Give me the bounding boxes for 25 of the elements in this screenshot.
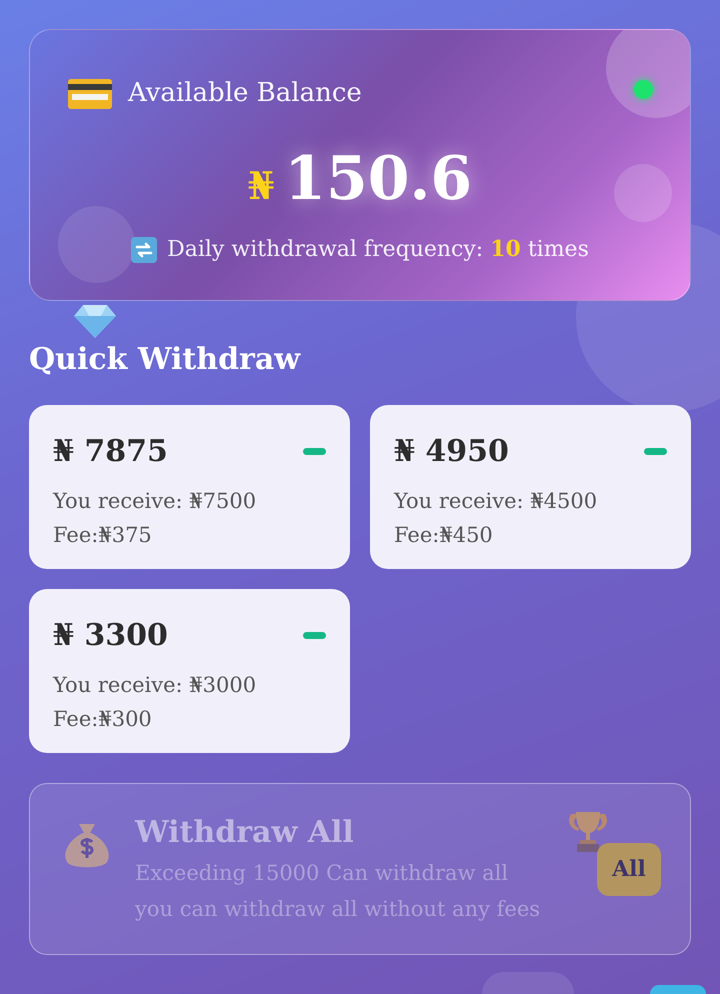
fee-amount: Fee:₦375 [53,522,153,548]
receive-amount: You receive: ₦7500 [53,488,258,515]
balance-label: Available Balance [128,77,362,110]
section-title: Quick Withdraw [29,342,300,377]
fee-amount: Fee:₦300 [53,706,153,732]
withdraw-option-card[interactable]: ₦ 4950 You receive: ₦4500 Fee:₦450 [370,405,691,569]
receive-amount: You receive: ₦3000 [53,672,258,699]
withdraw-all-title: Withdraw All [135,814,355,852]
minus-icon [644,448,667,455]
fee-amount: Fee:₦450 [394,522,494,548]
minus-icon [303,448,326,455]
withdrawal-frequency: Daily withdrawal frequency: 10 times [167,235,589,264]
balance-amount: 150.6 [284,143,472,216]
option-amount: ₦ 7875 [53,433,168,471]
receive-amount: You receive: ₦4500 [394,488,598,515]
credit-card-icon [68,78,112,108]
minus-icon [303,632,326,639]
diamond-icon [73,303,117,339]
withdraw-option-card[interactable]: ₦ 7875 You receive: ₦7500 Fee:₦375 [29,405,350,569]
option-amount: ₦ 4950 [394,433,509,471]
currency-symbol: ₦ [248,162,274,210]
floating-button[interactable] [650,985,706,994]
withdraw-option-card[interactable]: ₦ 3300 You receive: ₦3000 Fee:₦300 [29,589,350,753]
refresh-icon [131,236,158,262]
option-amount: ₦ 3300 [53,617,168,655]
